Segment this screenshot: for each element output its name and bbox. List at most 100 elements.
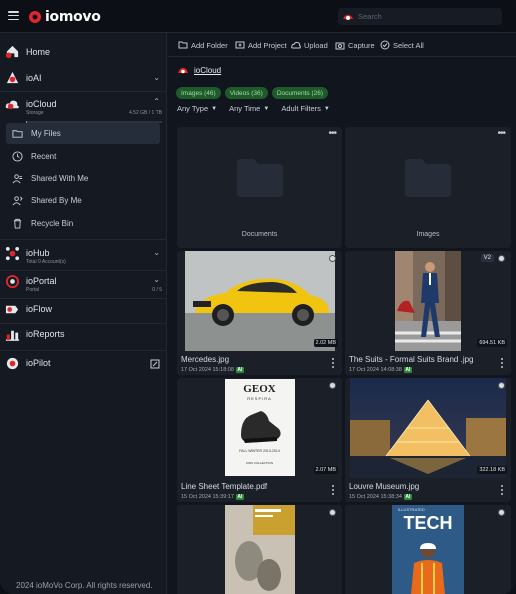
more-options-icon[interactable]: ••• [328, 128, 336, 139]
file-card[interactable] [177, 505, 342, 594]
add-folder-label: Add Folder [191, 40, 228, 50]
breadcrumb: ioCloud [177, 66, 221, 75]
chevron-up-icon[interactable]: ⌃ [153, 97, 160, 106]
kebab-menu-icon[interactable] [501, 485, 504, 497]
breadcrumb-link[interactable]: ioCloud [194, 66, 221, 75]
sidebar-item-ioreports[interactable]: ioReports [0, 326, 167, 344]
search-logo-icon [343, 14, 353, 20]
chip-videos[interactable]: Videos (36) [224, 87, 268, 99]
storage-label: Storage [26, 110, 44, 116]
kebab-menu-icon[interactable] [501, 358, 504, 370]
select-radio[interactable] [329, 382, 336, 389]
sidebar-subitem-label: Shared By Me [31, 196, 82, 205]
divider [0, 239, 167, 240]
pdf-sub: RESPIRA [247, 396, 272, 401]
select-radio[interactable] [329, 509, 336, 516]
divider [0, 91, 167, 92]
add-project-label: Add Project [248, 40, 287, 50]
louvre-image [350, 378, 506, 478]
sidebar-subitem-recent[interactable]: Recent [6, 146, 160, 167]
check-circle-icon [380, 40, 390, 50]
kebab-menu-icon[interactable] [332, 358, 335, 370]
upload-button[interactable]: Upload [291, 40, 328, 50]
filter-any-type[interactable]: Any Type ▼ [177, 104, 217, 113]
sidebar-label-iohub: ioHub [26, 248, 50, 258]
ioai-icon [6, 71, 19, 84]
file-name: The Suits - Formal Suits Brand .jpg [349, 355, 474, 364]
select-radio[interactable] [498, 382, 505, 389]
select-all-button[interactable]: Select All [380, 40, 424, 50]
sidebar-subitem-shared-by-me[interactable]: Shared By Me [6, 190, 160, 211]
sidebar-subitem-label: Shared With Me [31, 174, 89, 183]
more-options-icon[interactable]: ••• [497, 128, 505, 139]
file-meta: 17 Oct 2024 15:18:08 AI [181, 367, 244, 373]
sidebar-subitem-shared-with-me[interactable]: Shared With Me [6, 168, 160, 189]
pdf-brand: GEOX [243, 383, 276, 395]
ai-badge: AI [235, 494, 244, 500]
add-folder-button[interactable]: Add Folder [178, 40, 228, 50]
iocloud-logo-icon [178, 67, 188, 74]
select-radio[interactable] [498, 509, 505, 516]
add-project-button[interactable]: Add Project [235, 40, 287, 50]
sidebar-subitem-label: Recycle Bin [31, 219, 74, 228]
top-bar: iomovo [0, 0, 516, 33]
capture-button[interactable]: Capture [335, 40, 375, 50]
chevron-down-icon[interactable]: ⌄ [153, 73, 160, 82]
sidebar-item-ioportal[interactable]: ioPortal ⌄ Portal 0 / 5 [0, 273, 167, 297]
thumbnail: TECH ILLUSTRATED [345, 505, 511, 594]
folder-card-images[interactable]: ••• Images [345, 127, 511, 248]
search-box[interactable] [338, 8, 502, 25]
file-meta: 15 Oct 2024 15:39:17 AI [181, 494, 244, 500]
file-card[interactable]: 2.02 MB Mercedes.jpg 17 Oct 2024 15:18:0… [177, 251, 342, 375]
sidebar-label-home: Home [26, 47, 51, 57]
caret-down-icon: ▼ [263, 105, 270, 112]
sidebar-label-ioflow: ioFlow [26, 304, 53, 314]
select-radio[interactable] [329, 255, 336, 262]
thumbnail [177, 251, 342, 351]
logo[interactable]: iomovo [28, 8, 101, 26]
sidebar-item-iohub[interactable]: ioHub ⌄ Total 0 Account(s) [0, 245, 167, 269]
filter-label: Any Time [229, 104, 261, 113]
filter-any-time[interactable]: Any Time ▼ [229, 104, 269, 113]
folder-icon [12, 130, 23, 138]
file-size: 2.07 MB [313, 466, 338, 474]
folder-icon [405, 159, 451, 197]
sidebar-subitem-recycle-bin[interactable]: Recycle Bin [6, 213, 160, 234]
file-card[interactable]: V2 694.51 KB The Suits - Formal Suits Br… [345, 251, 511, 375]
select-radio[interactable] [498, 255, 505, 262]
magazine-kicker: ILLUSTRATED [398, 507, 425, 512]
ai-badge: AI [403, 367, 412, 373]
sidebar-item-home[interactable]: Home [0, 43, 167, 61]
file-size: 2.02 MB [313, 339, 338, 347]
edit-icon[interactable] [150, 359, 160, 369]
menu-icon[interactable] [8, 11, 19, 20]
chip-images[interactable]: Images (46) [176, 87, 221, 99]
filter-adult[interactable]: Adult Filters ▼ [281, 104, 330, 113]
chip-documents[interactable]: Documents (26) [271, 87, 329, 99]
sidebar-item-ioflow[interactable]: ioFlow [0, 301, 167, 319]
sidebar-subitem-my-files[interactable]: My Files [6, 123, 160, 144]
file-date: 17 Oct 2024 15:18:08 [181, 367, 234, 373]
home-icon [5, 45, 19, 59]
sidebar-item-ioai[interactable]: ioAI ⌄ [0, 69, 167, 87]
add-project-icon [235, 41, 245, 49]
file-card[interactable]: 322.18 KB Louvre Museum.jpg 15 Oct 2024 … [345, 378, 511, 502]
sidebar-label-ioreports: ioReports [26, 329, 65, 339]
chevron-down-icon[interactable]: ⌄ [153, 248, 160, 257]
search-input[interactable] [358, 12, 488, 21]
file-card[interactable]: TECH ILLUSTRATED [345, 505, 511, 594]
file-card[interactable]: GEOX RESPIRA FALL WINTER 2013-2014 KIDS … [177, 378, 342, 502]
filters-row: Any Type ▼ Any Time ▼ Adult Filters ▼ [177, 104, 330, 113]
share-icon [12, 196, 23, 206]
ai-badge: AI [235, 367, 244, 373]
users-icon [12, 174, 23, 184]
folder-card-documents[interactable]: ••• Documents [177, 127, 342, 248]
sidebar-label-iopilot: ioPilot [26, 358, 51, 368]
kebab-menu-icon[interactable] [332, 485, 335, 497]
sidebar-label-ioportal: ioPortal [26, 276, 57, 286]
suit-image [395, 251, 461, 351]
sidebar-item-iopilot[interactable]: ioPilot [0, 355, 167, 373]
folder-name: Documents [241, 231, 278, 238]
file-size: 694.51 KB [477, 339, 507, 347]
chevron-down-icon[interactable]: ⌄ [153, 275, 160, 284]
